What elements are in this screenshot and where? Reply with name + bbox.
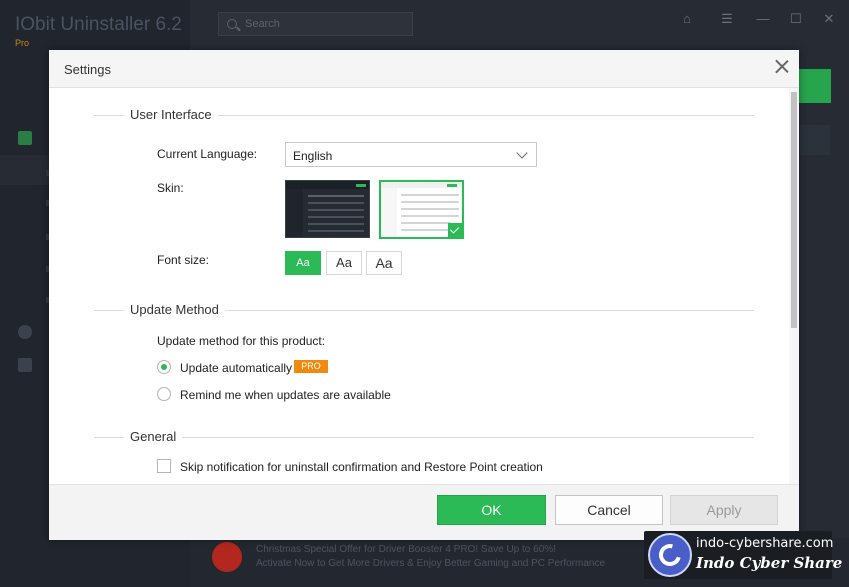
section-title-general: General <box>124 429 183 444</box>
language-select[interactable]: English <box>285 142 537 167</box>
close-icon[interactable] <box>772 57 792 77</box>
skin-dark-option[interactable] <box>285 180 370 238</box>
app-right-strip <box>800 125 830 155</box>
flag-icon[interactable] <box>18 358 32 372</box>
update-remind-label[interactable]: Remind me when updates are available <box>180 388 391 402</box>
chevron-down-icon <box>516 147 528 159</box>
promo-line2[interactable]: Activate Now to Get More Drivers & Enjoy… <box>256 558 605 569</box>
app-title: IObit Uninstaller 6.2 <box>15 14 182 35</box>
language-label: Current Language: <box>157 147 258 161</box>
font-size-large-button[interactable]: Aa <box>366 251 402 275</box>
home-icon[interactable]: ⌂ <box>680 12 694 26</box>
cancel-button[interactable]: Cancel <box>555 495 663 525</box>
skip-notification-label[interactable]: Skip notification for uninstall confirma… <box>180 460 543 474</box>
settings-dialog: Settings User Interface Current Language… <box>49 50 799 540</box>
search-icon <box>227 19 237 29</box>
pro-badge: PRO <box>294 360 328 373</box>
section-divider <box>94 437 754 438</box>
scrollbar-thumb[interactable] <box>791 92 797 328</box>
checkmark-icon <box>448 223 462 237</box>
section-title-user-interface: User Interface <box>124 107 218 122</box>
update-auto-label[interactable]: Update automatically <box>180 361 292 375</box>
search-placeholder: Search <box>245 18 280 30</box>
app-search-input[interactable]: Search <box>218 12 413 36</box>
font-size-label: Font size: <box>157 253 210 267</box>
programs-icon[interactable] <box>18 131 32 145</box>
dialog-header: Settings <box>49 50 799 88</box>
menu-icon[interactable]: ☰ <box>720 12 734 26</box>
section-title-update-method: Update Method <box>124 302 225 317</box>
ok-button[interactable]: OK <box>437 495 546 525</box>
watermark-url: indo-cybershare.com <box>696 536 834 551</box>
minimize-icon[interactable]: — <box>756 12 770 26</box>
watermark-name: Indo Cyber Share <box>696 554 843 572</box>
skin-light-option[interactable] <box>379 180 464 239</box>
maximize-icon[interactable]: ☐ <box>789 12 803 26</box>
font-size-medium-button[interactable]: Aa <box>326 251 362 275</box>
skip-notification-checkbox[interactable] <box>157 459 171 473</box>
dialog-title: Settings <box>64 62 111 77</box>
font-size-small-button[interactable]: Aa <box>285 251 321 275</box>
apply-button[interactable]: Apply <box>670 495 778 525</box>
update-remind-radio[interactable] <box>157 387 171 401</box>
app-green-button[interactable] <box>799 69 831 103</box>
window-close-icon[interactable]: ✕ <box>822 12 836 26</box>
update-prompt: Update method for this product: <box>157 334 326 348</box>
update-auto-radio[interactable] <box>157 360 171 374</box>
app-edition: Pro <box>15 38 30 48</box>
promo-line1[interactable]: Christmas Special Offer for Driver Boost… <box>256 544 556 555</box>
language-value: English <box>293 149 333 163</box>
tools-icon[interactable] <box>18 325 32 339</box>
skin-label: Skin: <box>157 181 184 195</box>
promo-icon <box>212 542 242 572</box>
watermark-logo <box>648 533 692 577</box>
